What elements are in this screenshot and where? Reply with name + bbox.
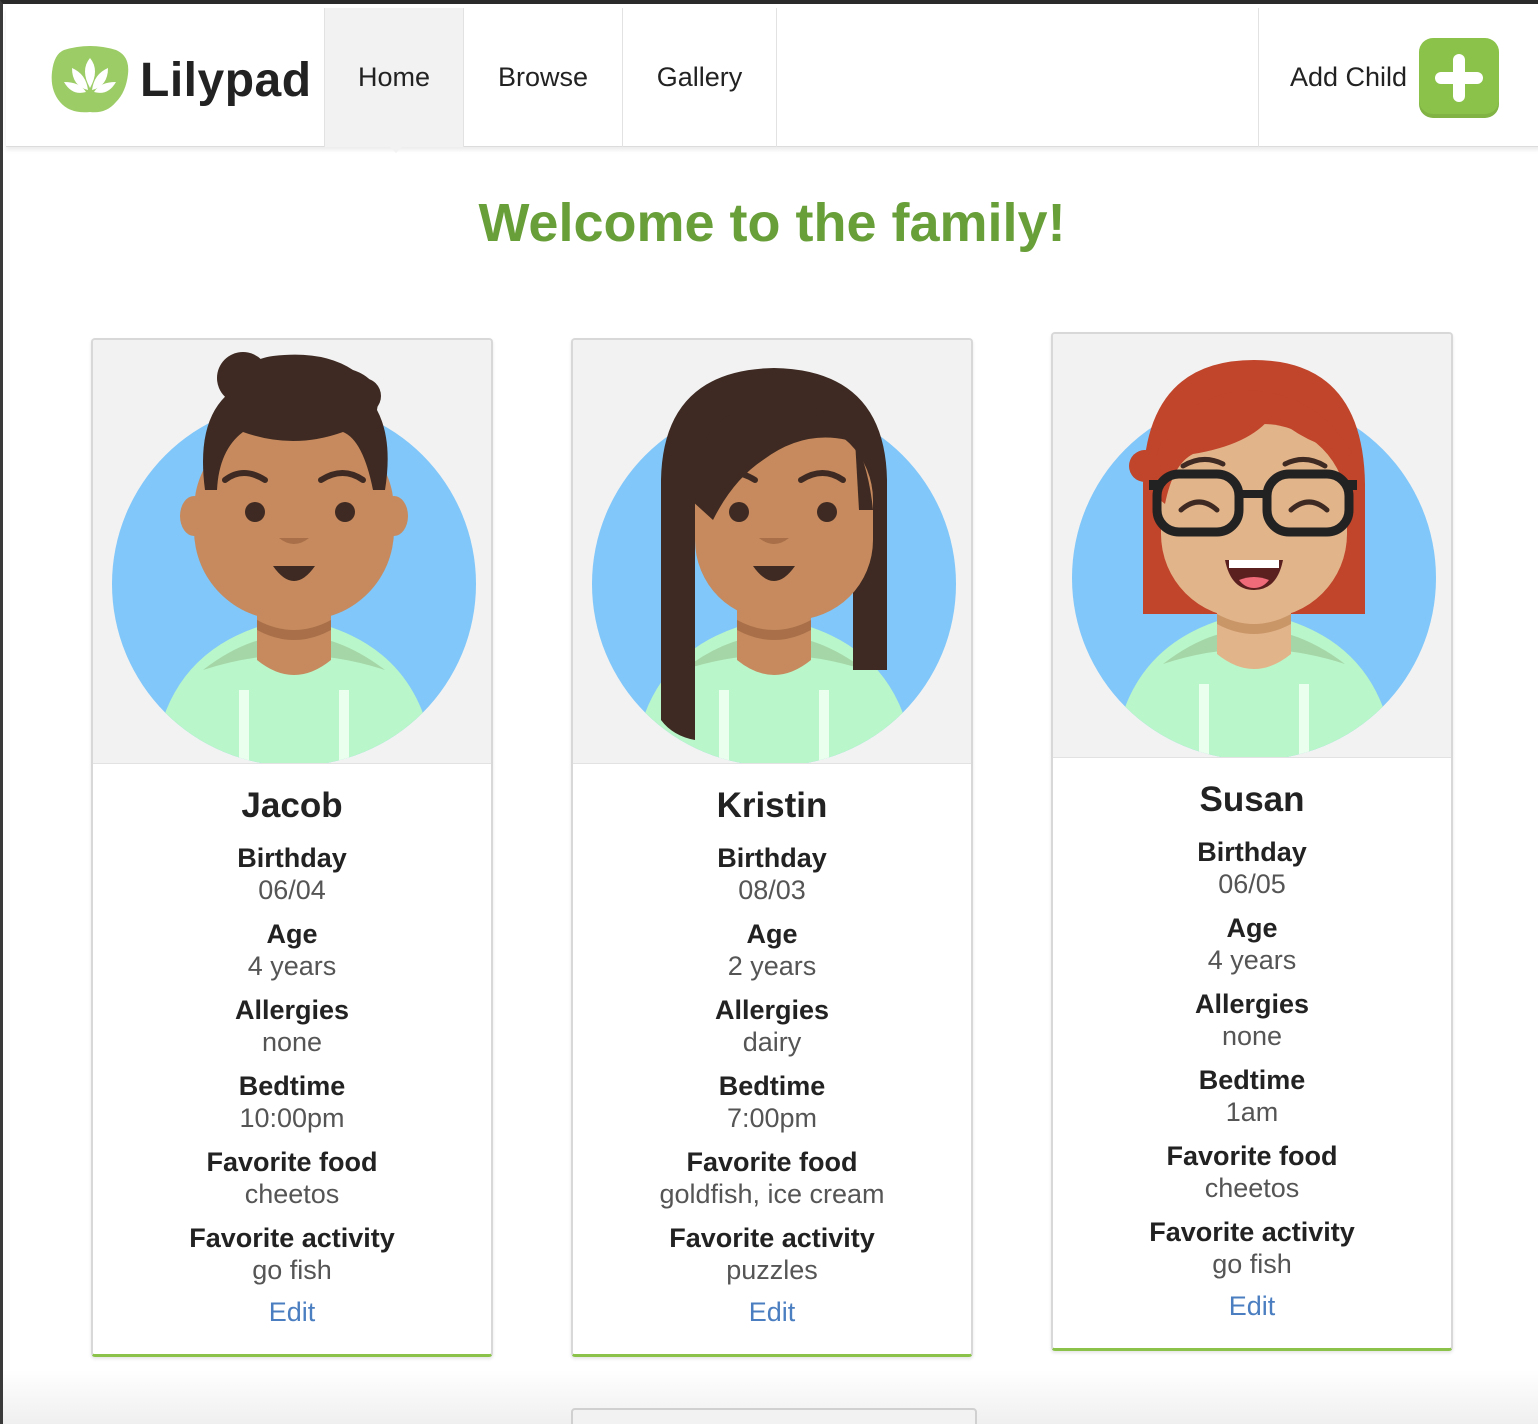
plus-icon[interactable] [1419,37,1500,118]
top-navbar: Lilypad Home Browse Gallery Add Child [6,8,1538,147]
child-photo [573,340,971,764]
field-value-bedtime: 7:00pm [726,1103,818,1133]
field-value-birthday: 08/03 [738,875,806,905]
field-value-favorite-activity: go fish [1212,1249,1292,1279]
nav-divider [776,8,777,147]
active-tab-caret [386,143,406,153]
field-label-birthday: Birthday [717,843,827,873]
field-label-age: Age [746,919,798,949]
girl-long-hair-avatar-icon [592,368,956,763]
child-name: Susan [1199,780,1305,819]
field-label-allergies: Allergies [234,995,350,1025]
field-label-favorite-activity: Favorite activity [1149,1217,1355,1247]
child-card-jacob: Jacob Birthday 06/04 Age 4 years Allergi… [91,338,493,1357]
field-label-birthday: Birthday [237,843,347,873]
field-value-allergies: dairy [742,1027,802,1057]
add-child-button[interactable]: Add Child [1258,8,1538,147]
nav-tab-label: Browse [497,62,589,92]
field-value-allergies: none [261,1027,323,1057]
field-value-age: 2 years [727,951,817,981]
next-card-peek [571,1408,977,1424]
field-value-age: 4 years [1207,945,1297,975]
brand[interactable]: Lilypad [50,44,312,116]
nav-tab-gallery[interactable]: Gallery [622,8,776,147]
child-name: Jacob [241,786,343,825]
child-details: Jacob Birthday 06/04 Age 4 years Allergi… [93,764,491,1354]
field-value-favorite-activity: go fish [252,1255,332,1285]
field-value-favorite-food: cheetos [244,1179,340,1209]
field-value-favorite-activity: puzzles [726,1255,818,1285]
field-label-favorite-food: Favorite food [1166,1141,1338,1171]
field-value-age: 4 years [247,951,337,981]
field-value-birthday: 06/05 [1218,869,1286,899]
field-label-favorite-activity: Favorite activity [669,1223,875,1253]
edit-link[interactable]: Edit [749,1296,796,1328]
field-label-bedtime: Bedtime [718,1071,826,1101]
field-label-age: Age [266,919,318,949]
field-label-age: Age [1226,913,1278,943]
field-label-birthday: Birthday [1197,837,1307,867]
child-card-kristin: Kristin Birthday 08/03 Age 2 years Aller… [571,338,973,1357]
nav-tab-home[interactable]: Home [324,8,463,147]
edit-link[interactable]: Edit [269,1296,316,1328]
field-label-favorite-food: Favorite food [206,1147,378,1177]
lotus-logo-icon [51,46,129,113]
field-label-allergies: Allergies [714,995,830,1025]
field-value-favorite-food: cheetos [1204,1173,1300,1203]
child-details: Susan Birthday 06/05 Age 4 years Allergi… [1053,758,1451,1348]
field-value-favorite-food: goldfish, ice cream [659,1179,885,1209]
brand-name: Lilypad [140,53,312,107]
child-photo [93,340,491,764]
girl-glasses-avatar-icon [1072,360,1436,757]
field-label-bedtime: Bedtime [238,1071,346,1101]
field-value-bedtime: 10:00pm [239,1103,345,1133]
edit-link[interactable]: Edit [1229,1290,1276,1322]
field-label-favorite-activity: Favorite activity [189,1223,395,1253]
child-details: Kristin Birthday 08/03 Age 2 years Aller… [573,764,971,1354]
add-child-label: Add Child [1290,62,1408,92]
boy-avatar-icon [112,352,476,763]
nav-tab-label: Home [357,62,431,92]
field-label-bedtime: Bedtime [1198,1065,1306,1095]
field-value-birthday: 06/04 [258,875,326,905]
child-photo [1053,334,1451,758]
field-value-allergies: none [1221,1021,1283,1051]
field-label-favorite-food: Favorite food [686,1147,858,1177]
child-name: Kristin [716,786,828,825]
page-title: Welcome to the family! [478,193,1066,253]
child-card-susan: Susan Birthday 06/05 Age 4 years Allergi… [1051,332,1453,1351]
field-label-allergies: Allergies [1194,989,1310,1019]
field-value-bedtime: 1am [1225,1097,1279,1127]
nav-tab-browse[interactable]: Browse [463,8,622,147]
nav-tab-label: Gallery [656,62,743,92]
